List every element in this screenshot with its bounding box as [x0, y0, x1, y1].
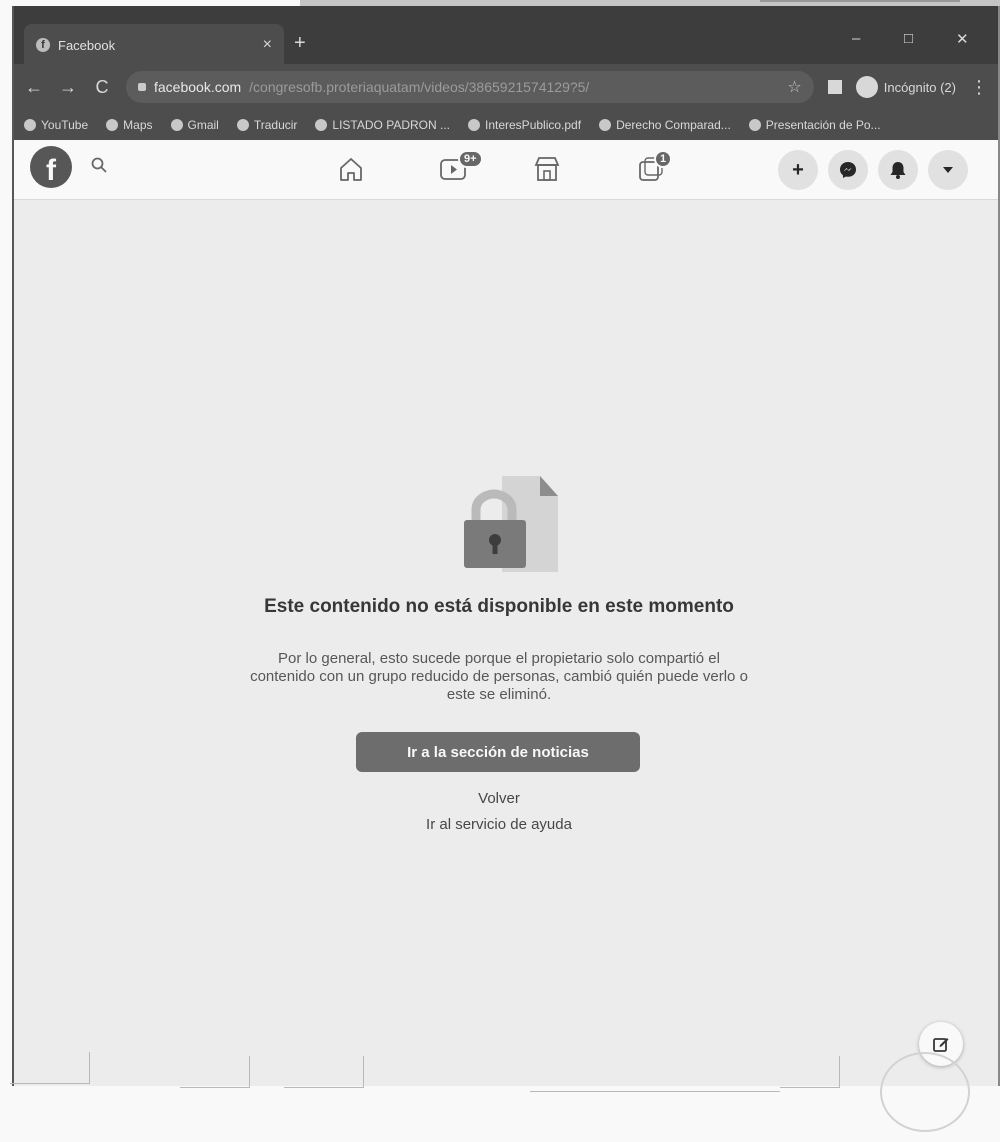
browser-toolbar: ← → C facebook.com/congresofb.proteriaqu… [14, 64, 998, 110]
bookmark-star-icon[interactable]: ☆ [787, 77, 801, 97]
facebook-header: f 9+ 1 + [14, 140, 998, 200]
content-unavailable-page: Este contenido no está disponible en est… [14, 200, 998, 1086]
address-bar[interactable]: facebook.com/congresofb.proteriaquatam/v… [126, 71, 814, 103]
tab-close-icon[interactable]: × [263, 36, 272, 54]
bookmark-maps[interactable]: Maps [106, 118, 153, 132]
bookmark-presentacion[interactable]: Presentación de Po... [748, 118, 881, 132]
account-menu-button[interactable] [928, 150, 968, 190]
globe-icon [315, 119, 328, 131]
help-link[interactable]: Ir al servicio de ayuda [354, 816, 644, 833]
browser-tab[interactable]: f Facebook × [24, 24, 284, 66]
globe-icon [748, 119, 761, 131]
facebook-logo[interactable]: f [30, 146, 72, 188]
bookmark-gmail[interactable]: Gmail [170, 118, 219, 132]
bookmark-label: Maps [123, 118, 153, 132]
locked-document-icon [464, 476, 558, 572]
bookmark-label: LISTADO PADRON ... [332, 118, 450, 132]
bookmark-traducir[interactable]: Traducir [236, 118, 298, 132]
facebook-favicon-icon: f [36, 38, 50, 52]
scan-artefact [10, 1052, 90, 1084]
bookmark-listado-padron[interactable]: LISTADO PADRON ... [315, 118, 450, 132]
forward-button[interactable]: → [58, 77, 78, 98]
site-info-icon[interactable] [138, 83, 146, 91]
unavailable-title: Este contenido no está disponible en est… [264, 596, 734, 617]
translate-icon [236, 119, 249, 131]
bookmark-label: Gmail [187, 118, 219, 132]
incognito-icon [855, 76, 878, 98]
go-to-news-feed-button[interactable]: Ir a la sección de noticias [356, 732, 640, 772]
bookmark-youtube[interactable]: YouTube [24, 118, 88, 132]
scan-artefact [530, 1060, 780, 1092]
gaming-badge: 1 [654, 150, 673, 168]
maps-icon [106, 119, 119, 131]
compose-icon [933, 1038, 949, 1052]
globe-icon [468, 119, 480, 131]
browser-window: f Facebook × + – □ ✕ ← → C facebook.com /… [12, 6, 1000, 1086]
url-host: facebook.com [154, 79, 242, 95]
globe-icon [599, 119, 612, 131]
chevron-down-icon [943, 167, 953, 173]
bookmark-label: Presentación de Po... [765, 118, 881, 132]
bookmark-derecho-comparado[interactable]: Derecho Comparad... [599, 118, 731, 132]
home-icon[interactable] [336, 154, 366, 184]
search-icon[interactable] [90, 156, 108, 174]
watch-badge: 9+ [458, 150, 483, 168]
scan-artefact [780, 1056, 840, 1088]
tab-title: Facebook [58, 37, 116, 53]
url-path: /congresofb.proteriaquatam/videos/386592… [249, 79, 590, 95]
reload-button[interactable]: C [92, 77, 112, 98]
notifications-button[interactable] [878, 150, 918, 190]
title-bar: f Facebook × + – □ ✕ [14, 6, 998, 70]
bookmark-label: InteresPublico.pdf [485, 118, 582, 132]
close-window-button[interactable]: ✕ [956, 30, 969, 48]
scan-stamp [880, 1052, 970, 1132]
gmail-icon [170, 119, 183, 131]
bookmarks-bar: YouTube Maps Gmail Traducir LISTADO PADR… [14, 110, 998, 140]
profile-label: Incógnito (2) [883, 79, 956, 95]
scan-artefact [180, 1056, 250, 1088]
back-button[interactable]: ← [24, 77, 44, 98]
bookmark-interespublico[interactable]: InteresPublico.pdf [468, 118, 581, 132]
profile-button[interactable]: Incógnito (2) [855, 76, 956, 98]
scan-artefact [284, 1056, 364, 1088]
bookmark-label: Traducir [253, 118, 298, 132]
bookmark-label: Derecho Comparad... [616, 118, 731, 132]
bell-icon [890, 162, 906, 179]
create-button[interactable]: + [778, 150, 818, 190]
messenger-icon [840, 162, 856, 178]
scan-underline [760, 0, 960, 2]
new-tab-button[interactable]: + [294, 32, 306, 55]
unavailable-description: Por lo general, esto sucede porque el pr… [250, 650, 748, 703]
bookmark-label: YouTube [41, 118, 89, 132]
marketplace-icon[interactable] [532, 154, 562, 184]
browser-menu-icon[interactable]: ⋮ [970, 77, 988, 98]
youtube-icon [24, 119, 36, 131]
maximize-button[interactable]: □ [904, 30, 913, 47]
messenger-button[interactable] [828, 150, 868, 190]
side-panel-icon[interactable] [827, 80, 842, 94]
back-link[interactable]: Volver [354, 790, 644, 807]
minimize-button[interactable]: – [852, 30, 860, 47]
